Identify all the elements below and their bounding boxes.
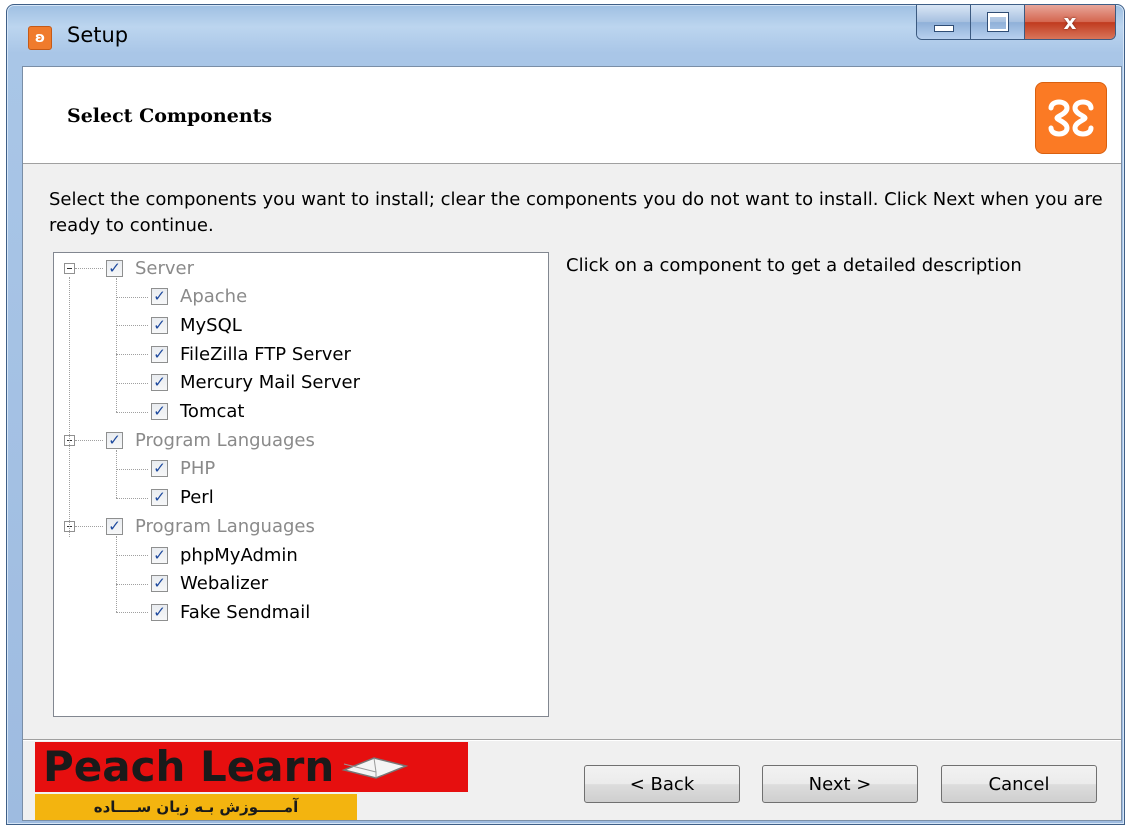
tree-connector (116, 450, 117, 498)
checkbox[interactable]: ✓ (151, 459, 168, 478)
tree-group[interactable]: ✓ Program Languages (106, 426, 315, 454)
watermark-subtitle: آمـــــوزش بـه زبان ســــاده (35, 794, 357, 820)
tree-item-label: FileZilla FTP Server (180, 343, 351, 365)
checkmark-icon: ✓ (153, 373, 166, 392)
checkmark-icon: ✓ (153, 488, 166, 507)
tree-connector (116, 325, 148, 327)
watermark-banner: Peach Learn (35, 742, 468, 792)
watermark-title: Peach Learn (43, 742, 335, 791)
back-button[interactable]: < Back (584, 765, 740, 803)
instructions-text: Select the components you want to instal… (49, 189, 1103, 236)
tree-connector (69, 277, 70, 537)
components-tree[interactable]: ✓ Server ✓ Apache ✓ MySQL ✓ FileZilla FTP Serve… (53, 252, 549, 717)
tree-item-label: Tomcat (180, 401, 245, 422)
tree-item[interactable]: ✓ Mercury Mail Server (151, 369, 360, 397)
checkbox[interactable]: ✓ (151, 574, 168, 593)
tree-item-label: phpMyAdmin (180, 544, 298, 566)
checkbox[interactable]: ✓ (151, 488, 168, 507)
tree-connector (75, 526, 103, 528)
checkbox[interactable]: ✓ (151, 344, 168, 363)
checkmark-icon: ✓ (153, 344, 166, 363)
minimize-button[interactable] (917, 5, 971, 39)
page-header: Select Components (23, 67, 1121, 164)
dialog-client-area: Select Components Select the components … (22, 66, 1122, 821)
peach-learn-watermark: Peach Learn آمـــــوزش بـه زبان ســــاده (35, 740, 468, 820)
tree-item-label: Apache (180, 286, 248, 308)
checkmark-icon: ✓ (153, 402, 166, 420)
checkbox[interactable]: ✓ (151, 373, 168, 392)
checkbox[interactable]: ✓ (106, 516, 123, 535)
checkmark-icon: ✓ (153, 574, 166, 593)
tree-item[interactable]: ✓ FileZilla FTP Server (151, 340, 351, 368)
next-button[interactable]: Next > (762, 765, 918, 803)
checkbox[interactable]: ✓ (151, 602, 168, 621)
tree-item[interactable]: ✓ Fake Sendmail (151, 598, 310, 626)
minimize-icon (933, 24, 954, 32)
checkbox[interactable]: ✓ (151, 403, 168, 420)
tree-connector (116, 497, 148, 499)
checkbox[interactable]: ✓ (151, 315, 168, 334)
tree-item-label: Webalizer (180, 573, 269, 595)
tree-item[interactable]: ✓ Perl (151, 484, 214, 512)
maximize-icon (986, 12, 1009, 32)
tree-item-label: PHP (180, 458, 216, 480)
maximize-button[interactable] (971, 5, 1025, 39)
tree-item-label: Fake Sendmail (180, 601, 311, 623)
page-title: Select Components (67, 105, 273, 127)
tree-connector (116, 296, 148, 298)
setup-window: ʚ Setup x Select Components Select the c… (6, 4, 1125, 825)
tree-connector (116, 583, 148, 585)
tree-connector (116, 411, 148, 413)
tree-group[interactable]: ✓ Program Languages (106, 512, 315, 540)
tree-connector (116, 354, 148, 356)
checkbox[interactable]: ✓ (151, 545, 168, 564)
tree-item-label: Perl (180, 487, 214, 509)
tree-connector (116, 468, 148, 470)
checkmark-icon: ✓ (153, 545, 166, 564)
tree-item[interactable]: ✓ PHP (151, 455, 215, 483)
window-title: Setup (67, 23, 129, 47)
tree-group-label: Program Languages (135, 515, 315, 537)
tree-item[interactable]: ✓ phpMyAdmin (151, 541, 298, 569)
tree-connector (116, 278, 117, 412)
cancel-button[interactable]: Cancel (941, 765, 1097, 803)
close-icon: x (1063, 10, 1077, 34)
checkmark-icon: ✓ (153, 459, 166, 478)
tree-group[interactable]: ✓ Server (106, 254, 194, 282)
tree-connector (116, 382, 148, 384)
description-hint: Click on a component to get a detailed d… (566, 255, 1022, 276)
tree-connector (116, 555, 148, 556)
tree-item[interactable]: ✓ Apache (151, 283, 247, 311)
checkmark-icon: ✓ (153, 315, 166, 334)
checkbox[interactable]: ✓ (106, 258, 123, 277)
tree-item[interactable]: ✓ Tomcat (151, 398, 244, 426)
tree-item-label: Mercury Mail Server (180, 372, 360, 394)
xampp-logo-icon (1035, 82, 1107, 154)
tree-expander-icon[interactable] (64, 263, 75, 274)
tree-connector (75, 268, 103, 269)
close-button[interactable]: x (1025, 5, 1115, 39)
title-bar[interactable]: ʚ Setup x (7, 5, 1124, 61)
checkmark-icon: ✓ (108, 258, 121, 277)
tree-connector (75, 440, 103, 442)
checkbox[interactable]: ✓ (151, 287, 168, 306)
tree-connector (116, 536, 117, 613)
tree-item[interactable]: ✓ MySQL (151, 311, 242, 339)
tree-group-label: Program Languages (135, 429, 315, 451)
xampp-app-icon: ʚ (28, 26, 52, 50)
tree-group-label: Server (135, 257, 195, 279)
book-icon (341, 757, 409, 779)
checkmark-icon: ✓ (108, 430, 121, 449)
checkbox[interactable]: ✓ (106, 430, 123, 449)
tree-item-label: MySQL (180, 314, 242, 336)
tree-item[interactable]: ✓ Webalizer (151, 570, 268, 598)
checkmark-icon: ✓ (108, 516, 121, 535)
checkmark-icon: ✓ (153, 287, 166, 306)
tree-connector (116, 612, 148, 614)
checkmark-icon: ✓ (153, 602, 166, 621)
caption-buttons: x (916, 5, 1116, 40)
